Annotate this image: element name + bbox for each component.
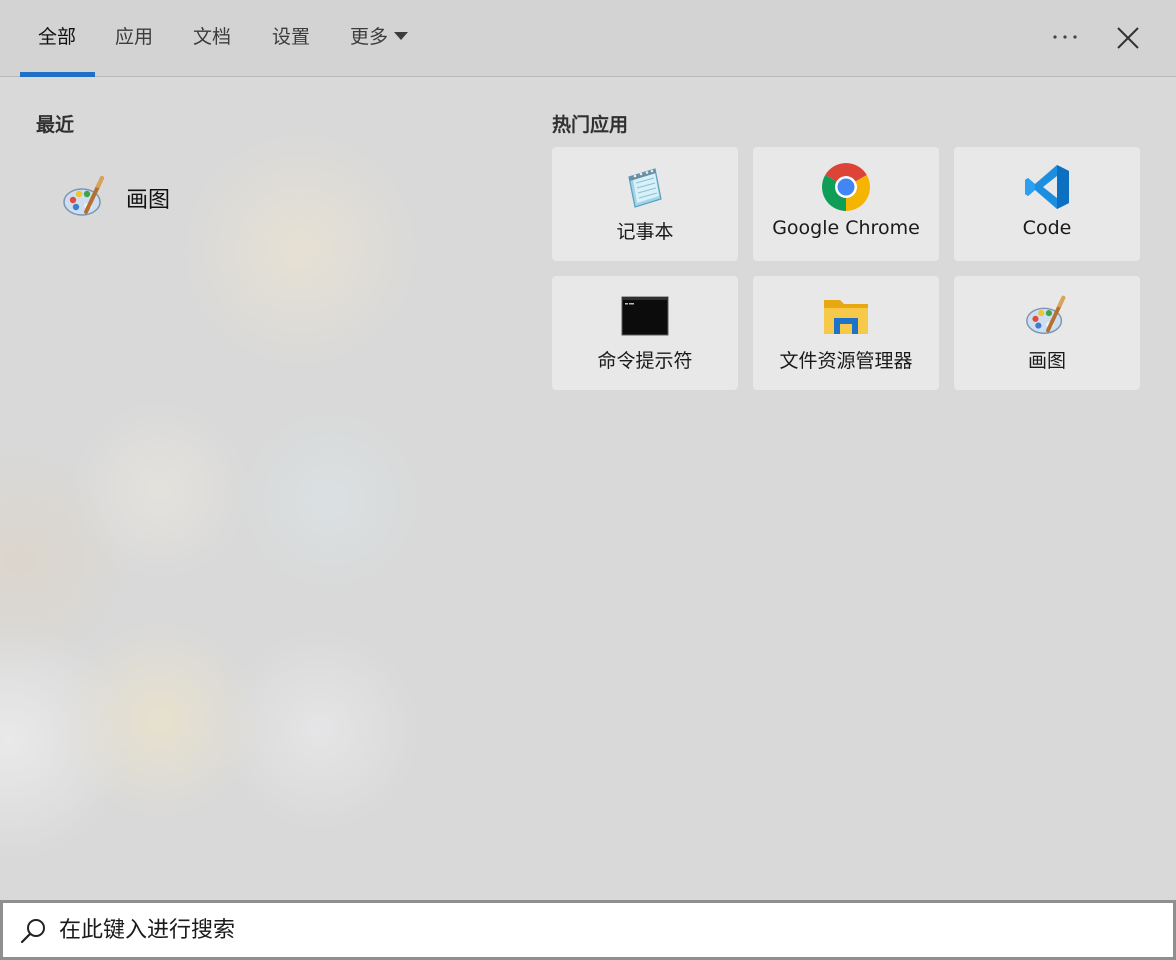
paint-icon	[1026, 295, 1066, 334]
tab-apps[interactable]: 应用	[115, 22, 153, 52]
tab-documents[interactable]: 文档	[193, 22, 231, 52]
tab-more[interactable]: 更多	[350, 22, 409, 52]
app-tile-paint[interactable]: 画图	[954, 276, 1140, 390]
more-options-button[interactable]	[1047, 22, 1083, 52]
app-tile-label: 画图	[1027, 350, 1066, 372]
top-tab-bar: 全部 应用 文档 设置 更多	[0, 0, 1176, 77]
close-icon	[1117, 27, 1139, 49]
search-bar	[0, 900, 1176, 960]
app-tile-label: Google Chrome	[772, 217, 920, 239]
app-tile-label: 记事本	[616, 221, 674, 243]
app-tile-label: Code	[1022, 217, 1072, 239]
top-apps-section-title: 热门应用	[552, 114, 629, 136]
app-tile-chrome[interactable]: Google Chrome	[753, 147, 939, 261]
app-tile-file-explorer[interactable]: 文件资源管理器	[753, 276, 939, 390]
search-icon	[20, 919, 45, 944]
close-button[interactable]	[1110, 20, 1146, 56]
chrome-icon	[822, 163, 870, 211]
vscode-icon	[1025, 165, 1069, 209]
app-tile-notepad[interactable]: 记事本	[552, 147, 738, 261]
tab-settings[interactable]: 设置	[272, 22, 310, 52]
more-options-icon	[1053, 35, 1077, 39]
app-tile-label: 文件资源管理器	[779, 350, 913, 372]
tab-more-label: 更多	[350, 26, 389, 48]
file-explorer-icon	[824, 300, 868, 334]
app-tile-command-prompt[interactable]: 命令提示符	[552, 276, 738, 390]
search-input[interactable]	[59, 910, 1149, 950]
tab-all[interactable]: 全部	[38, 22, 76, 52]
command-prompt-icon	[621, 296, 669, 336]
paint-icon	[63, 176, 104, 216]
recent-section-title: 最近	[36, 114, 75, 136]
app-tile-vscode[interactable]: Code	[954, 147, 1140, 261]
app-tile-label: 命令提示符	[597, 350, 693, 372]
recent-item-paint[interactable]: 画图	[56, 168, 436, 224]
notepad-icon	[628, 168, 662, 208]
active-tab-indicator	[20, 72, 95, 77]
chevron-down-icon	[394, 32, 409, 40]
recent-item-label: 画图	[126, 188, 171, 213]
